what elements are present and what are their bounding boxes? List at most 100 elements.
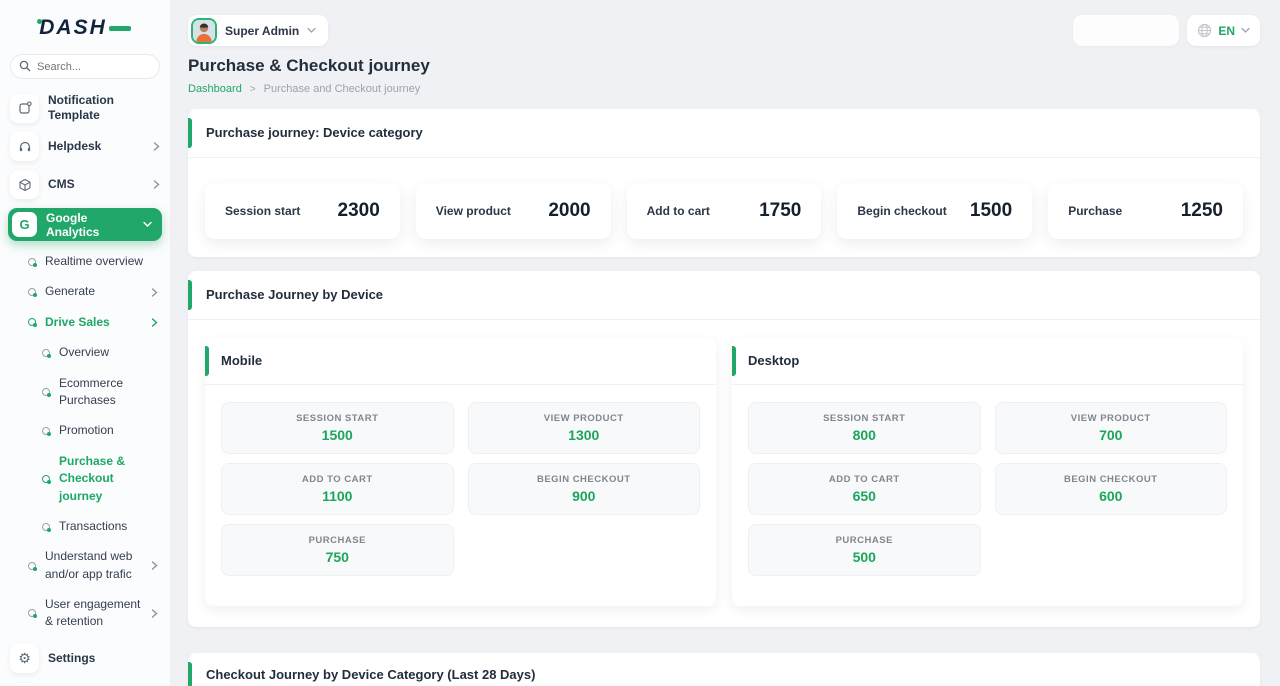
tile-label: BEGIN CHECKOUT: [537, 474, 631, 485]
main-content: Super Admin EN Purchase & Checkout journ…: [170, 0, 1280, 686]
breadcrumb-separator: >: [250, 84, 256, 95]
journey-by-device-card: Purchase Journey by Device Mobile SESSIO…: [188, 271, 1260, 627]
chevron-down-icon: [143, 221, 152, 228]
logo-dash: [109, 26, 131, 31]
tile-begin-checkout: BEGIN CHECKOUT 600: [995, 463, 1228, 515]
sidebar-item-settings[interactable]: ⚙ Settings: [0, 644, 170, 673]
sidebar-search: [10, 54, 160, 79]
tile-begin-checkout: BEGIN CHECKOUT 900: [468, 463, 701, 515]
avatar: [191, 18, 217, 44]
bullet-icon: [42, 388, 50, 396]
tile-view-product: VIEW PRODUCT 1300: [468, 402, 701, 454]
sidebar-item-generate[interactable]: Generate: [28, 283, 170, 300]
bullet-icon: [28, 562, 36, 570]
logo-dot: [37, 19, 42, 24]
tile-label: PURCHASE: [836, 535, 893, 546]
tile-label: PURCHASE: [309, 535, 366, 546]
google-analytics-icon: G: [12, 212, 37, 237]
tile-value: 800: [853, 427, 876, 443]
sidebar-item-label: Notification Template: [48, 93, 160, 123]
sidebar-item-drive-sales[interactable]: Drive Sales: [28, 314, 170, 331]
sidebar-item-addon-manager[interactable]: Add-on Manager Premium: [0, 682, 170, 686]
sidebar-item-overview[interactable]: Overview: [42, 344, 170, 361]
headset-icon: [10, 132, 39, 161]
desktop-tiles: SESSION START 800 VIEW PRODUCT 700 ADD T…: [732, 385, 1243, 606]
funnel-stats-row: Session start 2300 View product 2000 Add…: [188, 158, 1260, 257]
card-header: Purchase Journey by Device: [188, 271, 1260, 320]
tile-view-product: VIEW PRODUCT 700: [995, 402, 1228, 454]
sidebar-item-label: Ecommerce Purchases: [59, 375, 158, 410]
sidebar-item-realtime-overview[interactable]: Realtime overview: [28, 253, 170, 270]
breadcrumb-dashboard[interactable]: Dashboard: [188, 83, 242, 95]
chevron-right-icon: [151, 609, 158, 618]
stat-card-begin-checkout: Begin checkout 1500: [837, 183, 1032, 239]
stat-value: 1750: [759, 200, 801, 222]
stat-label: View product: [436, 204, 511, 218]
tile-value: 700: [1099, 427, 1122, 443]
sidebar-item-helpdesk[interactable]: Helpdesk: [0, 132, 170, 161]
page-title: Purchase & Checkout journey: [188, 56, 1260, 76]
sidebar-item-cms[interactable]: CMS: [0, 170, 170, 199]
stat-value: 1250: [1181, 200, 1223, 222]
topbar: Super Admin EN: [188, 15, 1260, 46]
tile-label: VIEW PRODUCT: [1071, 413, 1151, 424]
sidebar-item-label: Overview: [59, 344, 158, 361]
stat-label: Add to cart: [647, 204, 710, 218]
tile-label: SESSION START: [296, 413, 378, 424]
chevron-right-icon: [151, 288, 158, 297]
sidebar-item-label: CMS: [48, 177, 144, 192]
stat-card-add-to-cart: Add to cart 1750: [627, 183, 822, 239]
sidebar-item-google-analytics[interactable]: G Google Analytics: [8, 208, 162, 241]
card-header: Purchase journey: Device category: [188, 109, 1260, 158]
sidebar-item-label: Generate: [45, 283, 142, 300]
sidebar-item-label: User engagement & retention: [45, 596, 142, 631]
tile-value: 750: [326, 549, 349, 565]
language-selector[interactable]: EN: [1187, 15, 1260, 46]
ghost-button[interactable]: [1073, 15, 1179, 46]
bullet-icon: [42, 427, 50, 435]
notification-template-icon: [10, 94, 39, 123]
bullet-icon: [42, 349, 50, 357]
panel-title: Mobile: [221, 353, 262, 368]
sidebar-item-label: Understand web and/or app trafic: [45, 548, 142, 583]
gear-glyph: ⚙: [18, 651, 31, 665]
sidebar-item-purchase-checkout-journey[interactable]: Purchase & Checkout journey: [42, 453, 170, 505]
tile-value: 1100: [322, 488, 352, 504]
card-title: Checkout Journey by Device Category (Las…: [206, 667, 535, 682]
sidebar-item-understand-web-app-trafic[interactable]: Understand web and/or app trafic: [28, 548, 170, 583]
tile-add-to-cart: ADD TO CART 1100: [221, 463, 454, 515]
tile-value: 900: [572, 488, 595, 504]
tile-session-start: SESSION START 1500: [221, 402, 454, 454]
chevron-right-icon: [151, 318, 158, 327]
tile-purchase: PURCHASE 750: [221, 524, 454, 576]
bullet-icon: [42, 523, 50, 531]
sidebar-item-ecommerce-purchases[interactable]: Ecommerce Purchases: [42, 375, 170, 410]
tile-add-to-cart: ADD TO CART 650: [748, 463, 981, 515]
panel-header: Desktop: [732, 338, 1243, 385]
stat-card-view-product: View product 2000: [416, 183, 611, 239]
breadcrumb-current: Purchase and Checkout journey: [264, 83, 421, 95]
card-title: Purchase journey: Device category: [206, 125, 423, 140]
tile-purchase: PURCHASE 500: [748, 524, 981, 576]
sidebar-item-label: Realtime overview: [45, 253, 158, 270]
stat-value: 2300: [338, 200, 380, 222]
panel-header: Mobile: [205, 338, 716, 385]
sidebar-item-label: Purchase & Checkout journey: [59, 453, 158, 505]
chevron-right-icon: [153, 142, 160, 151]
sidebar-item-label: Drive Sales: [45, 314, 142, 331]
desktop-panel: Desktop SESSION START 800 VIEW PRODUCT 7…: [732, 338, 1243, 606]
tile-value: 600: [1099, 488, 1122, 504]
tile-value: 650: [853, 488, 876, 504]
chevron-down-icon: [307, 27, 316, 34]
search-input[interactable]: [10, 54, 160, 79]
mobile-tiles: SESSION START 1500 VIEW PRODUCT 1300 ADD…: [205, 385, 716, 606]
user-menu[interactable]: Super Admin: [188, 15, 328, 46]
sidebar-item-user-engagement-retention[interactable]: User engagement & retention: [28, 596, 170, 631]
sidebar-item-transactions[interactable]: Transactions: [42, 518, 170, 535]
sidebar-item-notification-template[interactable]: Notification Template: [0, 93, 170, 123]
bullet-icon: [28, 609, 36, 617]
logo[interactable]: DASH: [0, 0, 170, 50]
sidebar-item-promotion[interactable]: Promotion: [42, 422, 170, 439]
stat-value: 2000: [548, 200, 590, 222]
tile-value: 1300: [568, 427, 599, 443]
